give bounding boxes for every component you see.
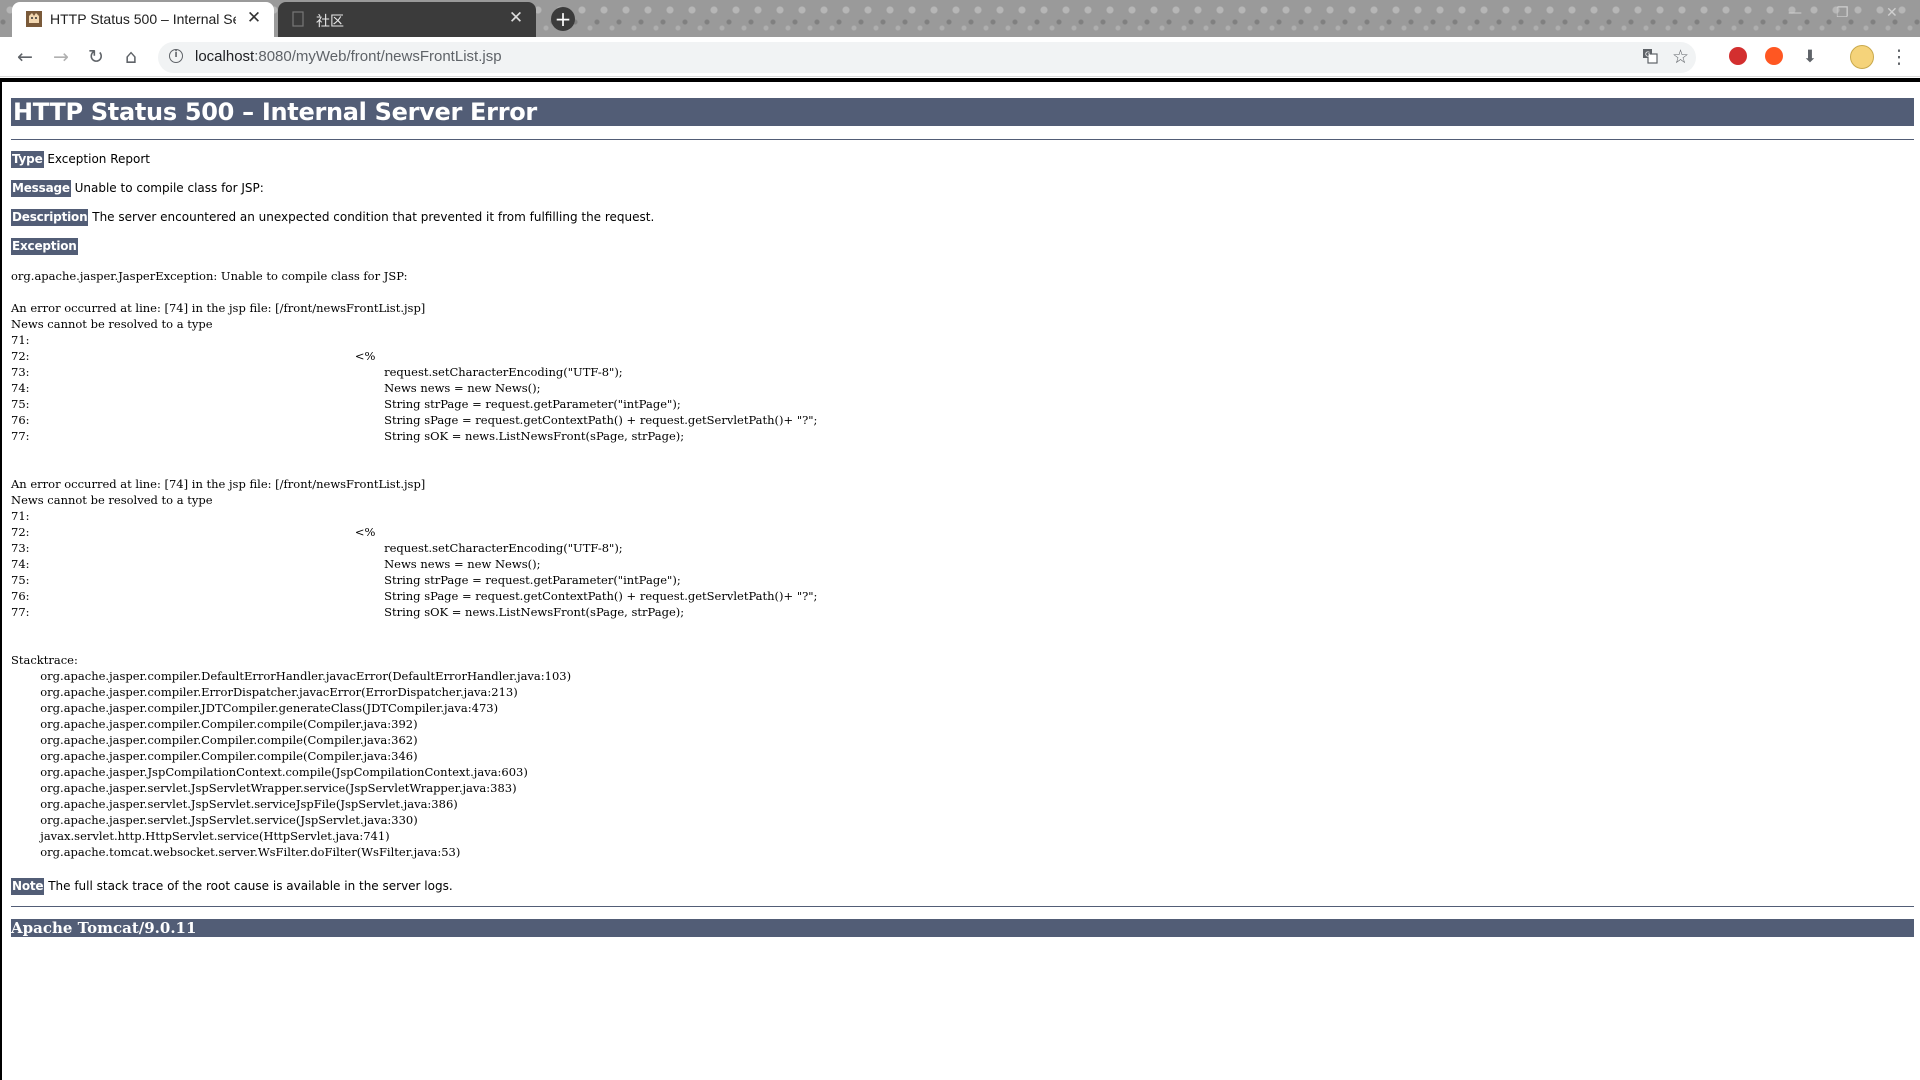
divider bbox=[11, 906, 1914, 907]
divider bbox=[11, 139, 1914, 140]
type-row: Type Exception Report bbox=[11, 151, 150, 168]
url-text[interactable]: localhost:8080/myWeb/front/newsFrontList… bbox=[195, 48, 502, 65]
tab-title: 社区 bbox=[316, 13, 344, 29]
note-label: Note bbox=[11, 878, 45, 895]
message-label: Message bbox=[11, 180, 71, 197]
minimize-icon[interactable]: — bbox=[1788, 5, 1802, 21]
back-arrow-icon[interactable]: ← bbox=[12, 44, 38, 70]
page-icon bbox=[290, 11, 306, 27]
tab-http-status-500[interactable]: HTTP Status 500 – Internal Ser ✕ bbox=[12, 2, 274, 37]
window-close-icon[interactable]: ✕ bbox=[1886, 5, 1898, 21]
description-label: Description bbox=[11, 209, 89, 226]
extension-shield-icon[interactable] bbox=[1729, 47, 1747, 65]
info-icon[interactable]: i bbox=[169, 49, 183, 63]
address-bar[interactable]: i localhost:8080/myWeb/front/newsFrontLi… bbox=[158, 42, 1696, 73]
type-value: Exception Report bbox=[43, 152, 150, 166]
close-tab-icon[interactable]: ✕ bbox=[244, 8, 264, 28]
bookmark-star-icon[interactable]: ☆ bbox=[1672, 46, 1689, 68]
home-icon[interactable]: ⌂ bbox=[118, 44, 144, 70]
page-title: HTTP Status 500 – Internal Server Error bbox=[11, 98, 1914, 126]
type-label: Type bbox=[11, 151, 44, 168]
server-version-footer: Apache Tomcat/9.0.11 bbox=[11, 919, 1914, 937]
menu-icon[interactable]: ⋮ bbox=[1886, 44, 1912, 70]
browser-toolbar: ← → ↻ ⌂ i localhost:8080/myWeb/front/new… bbox=[0, 37, 1920, 77]
extension-infinity-icon[interactable] bbox=[1765, 47, 1783, 65]
forward-arrow-icon[interactable]: → bbox=[48, 44, 74, 70]
tab-title: HTTP Status 500 – Internal Ser bbox=[50, 11, 236, 27]
page-viewport: HTTP Status 500 – Internal Server Error … bbox=[0, 78, 1920, 1080]
close-tab-icon[interactable]: ✕ bbox=[506, 8, 526, 28]
tab-community[interactable]: 社区 ✕ bbox=[278, 2, 536, 37]
note-value: The full stack trace of the root cause i… bbox=[44, 879, 453, 893]
exception-stacktrace: org.apache.jasper.JasperException: Unabl… bbox=[11, 269, 818, 859]
exception-row: Exception bbox=[11, 238, 78, 255]
new-tab-button[interactable]: + bbox=[551, 7, 575, 31]
note-row: Note The full stack trace of the root ca… bbox=[11, 878, 453, 895]
description-value: The server encountered an unexpected con… bbox=[88, 210, 655, 224]
reload-icon[interactable]: ↻ bbox=[83, 44, 109, 70]
translate-icon[interactable]: G bbox=[1642, 48, 1658, 68]
message-value: Unable to compile class for JSP: bbox=[70, 181, 264, 195]
maximize-icon[interactable]: ❐ bbox=[1836, 5, 1849, 21]
browser-tab-strip: HTTP Status 500 – Internal Ser ✕ 社区 ✕ + … bbox=[0, 0, 1920, 37]
message-row: Message Unable to compile class for JSP: bbox=[11, 180, 264, 197]
description-row: Description The server encountered an un… bbox=[11, 209, 655, 226]
profile-avatar[interactable] bbox=[1850, 45, 1874, 69]
tomcat-icon bbox=[26, 11, 42, 27]
exception-label: Exception bbox=[11, 238, 78, 255]
download-icon[interactable]: ⬇ bbox=[1797, 44, 1823, 70]
svg-text:G: G bbox=[1645, 51, 1650, 59]
